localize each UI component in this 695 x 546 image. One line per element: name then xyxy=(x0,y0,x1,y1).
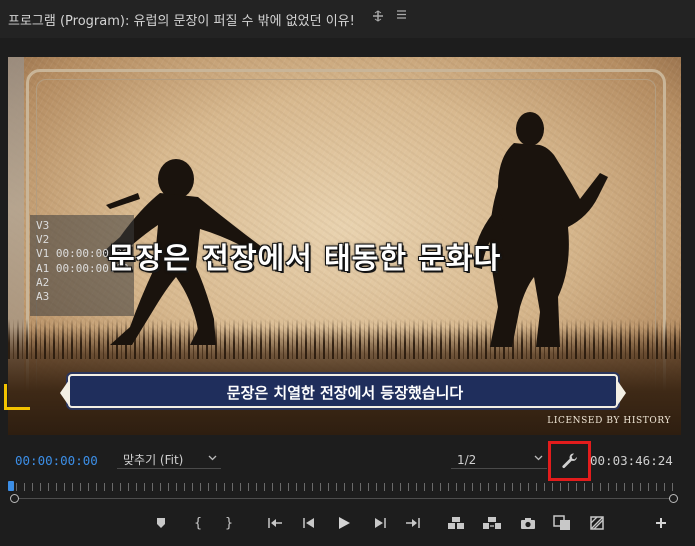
zoom-scrollbar[interactable] xyxy=(15,498,675,499)
comparison-icon xyxy=(553,515,570,530)
marker-icon xyxy=(157,518,165,528)
safe-margin-corner-icon xyxy=(4,384,30,410)
main-subtitle: 문장은 전장에서 태동한 문화다 xyxy=(108,241,502,275)
settings-button[interactable] xyxy=(548,441,591,481)
comparison-view-button[interactable] xyxy=(551,512,573,534)
extract-button[interactable] xyxy=(481,512,503,534)
proxy-toggle-button[interactable] xyxy=(586,512,608,534)
track-label: V3 xyxy=(36,219,50,232)
wrench-icon xyxy=(562,453,577,469)
add-marker-button[interactable] xyxy=(150,512,172,534)
time-ruler[interactable] xyxy=(8,481,678,495)
mark-out-icon: } xyxy=(225,515,233,531)
panel-menu-icon[interactable] xyxy=(372,10,384,25)
track-label: A3 xyxy=(36,290,50,304)
play-icon xyxy=(339,517,350,529)
lift-button[interactable] xyxy=(445,512,467,534)
right-warrior-silhouette xyxy=(473,112,608,347)
panel-header: 프로그램 (Program): 유럽의 문장이 퍼질 수 밖에 없었던 이유! xyxy=(0,0,695,38)
duration-timecode: 00:03:46:24 xyxy=(590,453,673,468)
zoom-handle-right[interactable] xyxy=(669,494,678,503)
extract-icon xyxy=(483,517,501,529)
go-to-in-icon xyxy=(268,518,282,528)
mark-out-button[interactable]: } xyxy=(218,512,240,534)
step-forward-icon xyxy=(375,518,386,528)
go-to-out-button[interactable] xyxy=(402,512,424,534)
hamburger-icon[interactable] xyxy=(396,9,407,24)
step-forward-button[interactable] xyxy=(369,512,391,534)
plus-icon xyxy=(656,518,666,528)
track-label: A2 xyxy=(36,275,50,289)
add-button[interactable] xyxy=(650,512,672,534)
zoom-level-value: 맞추기 (Fit) xyxy=(123,453,184,467)
proxy-icon xyxy=(590,516,604,530)
subtitle-banner: 문장은 치열한 전장에서 등장했습니다 xyxy=(60,374,626,408)
chevron-down-icon xyxy=(208,455,217,461)
ruler-ticks xyxy=(16,483,676,491)
panel-title[interactable]: 프로그램 (Program): 유럽의 문장이 퍼질 수 밖에 없었던 이유! xyxy=(8,10,355,29)
lift-icon xyxy=(448,517,464,529)
play-button[interactable] xyxy=(333,512,355,534)
camera-icon xyxy=(521,517,535,529)
mark-in-icon: { xyxy=(194,515,202,531)
license-watermark: LICENSED BY HISTORY xyxy=(547,416,671,426)
playback-resolution-select[interactable]: 1/2 xyxy=(451,450,547,469)
step-back-icon xyxy=(303,518,314,528)
banner-cap-right xyxy=(617,380,626,406)
go-to-in-button[interactable] xyxy=(264,512,286,534)
playhead[interactable] xyxy=(8,481,14,491)
go-to-out-icon xyxy=(406,518,420,528)
video-frame[interactable]: V3 V2 V1 00:00:00:00 A1 00:00:00:00 A2 A… xyxy=(8,57,681,435)
step-back-button[interactable] xyxy=(298,512,320,534)
program-monitor[interactable]: V3 V2 V1 00:00:00:00 A1 00:00:00:00 A2 A… xyxy=(0,38,695,439)
resolution-value: 1/2 xyxy=(457,453,477,467)
export-frame-button[interactable] xyxy=(517,512,539,534)
current-timecode[interactable]: 00:00:00:00 xyxy=(15,453,98,468)
banner-subtitle: 문장은 치열한 전장에서 등장했습니다 xyxy=(226,384,464,402)
zoom-level-select[interactable]: 맞추기 (Fit) xyxy=(117,450,221,469)
transport-controls: { } xyxy=(0,512,695,536)
zoom-handle-left[interactable] xyxy=(10,494,19,503)
chevron-down-icon xyxy=(534,455,543,461)
mark-in-button[interactable]: { xyxy=(187,512,209,534)
banner-cap-left xyxy=(60,380,69,406)
